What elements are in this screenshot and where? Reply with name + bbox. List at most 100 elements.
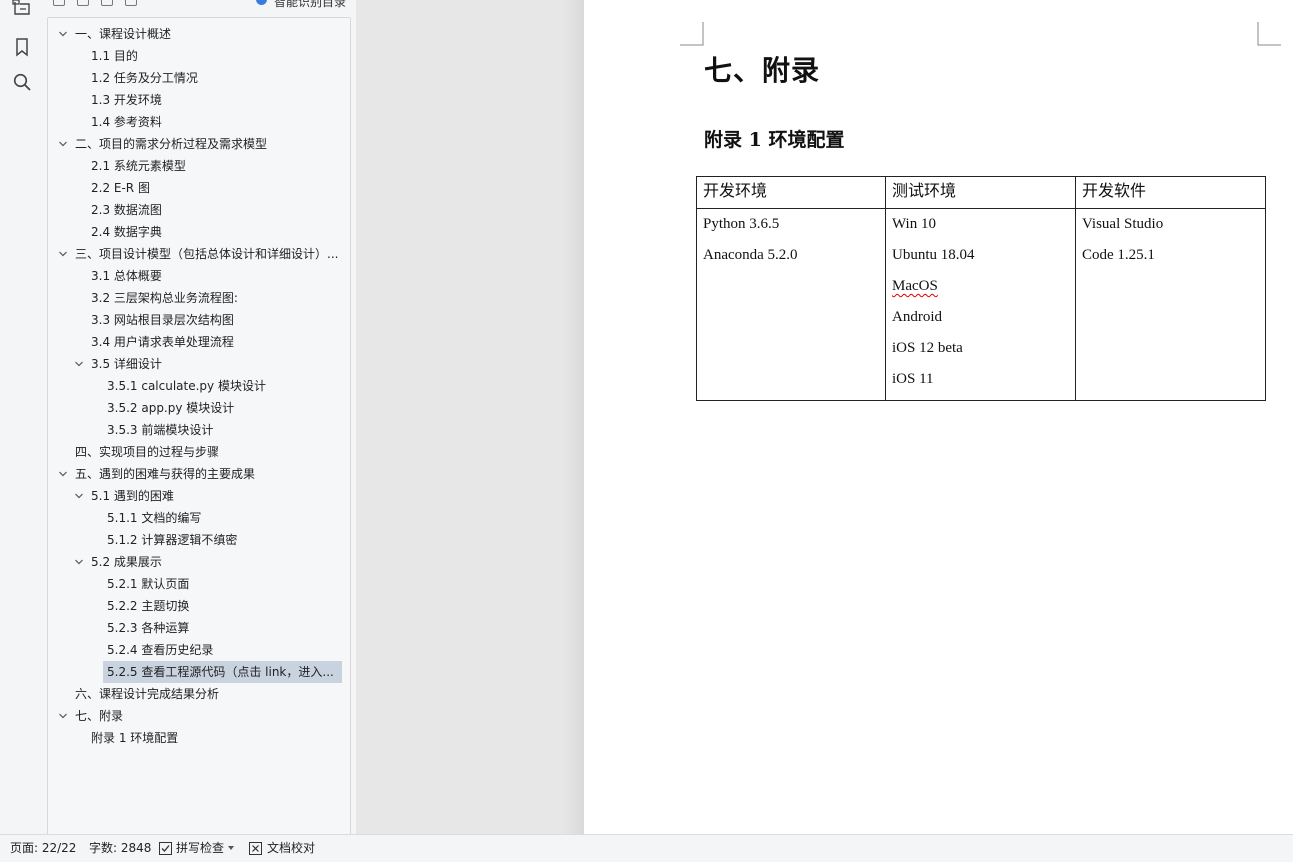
toc-item-label: 5.2.3 各种运算 (107, 621, 190, 635)
toc-item[interactable]: 六、课程设计完成结果分析 (48, 683, 344, 705)
toc-item-label: 五、遇到的困难与获得的主要成果 (75, 467, 256, 481)
toc-item[interactable]: 附录 1 环境配置 (48, 727, 344, 749)
toc-item[interactable]: 3.1 总体概要 (48, 265, 344, 287)
more-icon[interactable] (125, 0, 137, 6)
toc-item[interactable]: 5.2.1 默认页面 (48, 573, 344, 595)
margin-corner-mark (680, 22, 704, 46)
toc-item-label: 5.1.2 计算器逻辑不缜密 (107, 533, 238, 547)
doc-proof-icon (249, 842, 262, 855)
toc-item[interactable]: 五、遇到的困难与获得的主要成果 (48, 463, 344, 485)
toc-item-label: 5.1.1 文档的编写 (107, 511, 202, 525)
toc-item-label: 2.1 系统元素模型 (91, 159, 186, 173)
chevron-down-icon[interactable] (59, 712, 67, 720)
toc-item-label: 2.3 数据流图 (91, 203, 162, 217)
toc-item-label: 5.1 遇到的困难 (91, 489, 174, 503)
toc-item-label: 2.2 E-R 图 (91, 181, 150, 195)
document-subheading: 附录 1 环境配置 (704, 129, 845, 151)
bookmark-icon[interactable] (11, 36, 33, 58)
toc-item[interactable]: 5.1.2 计算器逻辑不缜密 (48, 529, 344, 551)
table-header-cell: 测试环境 (885, 176, 1076, 209)
toc-item[interactable]: 四、实现项目的过程与步骤 (48, 441, 344, 463)
chevron-down-icon[interactable] (75, 558, 83, 566)
toc-item[interactable]: 2.4 数据字典 (48, 221, 344, 243)
chevron-down-icon[interactable] (59, 250, 67, 258)
toc-item[interactable]: 5.1 遇到的困难 (48, 485, 344, 507)
toc-item-label: 1.4 参考资料 (91, 115, 162, 129)
table-header-cell: 开发环境 (696, 176, 886, 209)
toc-item-label: 1.1 目的 (91, 49, 138, 63)
cell-line: Android (892, 309, 942, 325)
cell-line: Visual Studio (1082, 216, 1164, 232)
toc-item-label: 七、附录 (75, 709, 124, 723)
toc-item[interactable]: 2.3 数据流图 (48, 199, 344, 221)
page-indicator[interactable]: 页面: 22/22 (10, 835, 76, 862)
collapse-all-icon[interactable] (53, 0, 65, 6)
nav-toolbar: 智能识别目录 (44, 0, 356, 16)
cell-line: MacOS (892, 276, 1069, 307)
toc-item[interactable]: 3.2 三层架构总业务流程图: (48, 287, 344, 309)
toc-item-label: 3.5 详细设计 (91, 357, 162, 371)
toc-item[interactable]: 3.5.3 前端模块设计 (48, 419, 344, 441)
word-count[interactable]: 字数: 2848 (89, 835, 151, 862)
toc-item[interactable]: 5.2.4 查看历史纪录 (48, 639, 344, 661)
document-page[interactable]: 七、附录 附录 1 环境配置 开发环境 测试环境 开发软件 Python 3.6… (584, 0, 1293, 834)
table-cell-dev-software: Visual Studio Code 1.25.1 (1075, 208, 1266, 401)
toc-item[interactable]: 3.5 详细设计 (48, 353, 344, 375)
toc-item-label: 1.3 开发环境 (91, 93, 162, 107)
document-heading: 七、附录 (704, 54, 821, 87)
cell-line: Python 3.6.5 (703, 216, 780, 232)
chevron-down-icon[interactable] (228, 846, 234, 851)
smart-toc-label[interactable]: 智能识别目录 (274, 0, 346, 10)
toc-item-label: 3.3 网站根目录层次结构图 (91, 313, 234, 327)
level-icon[interactable] (101, 0, 113, 6)
chevron-down-icon[interactable] (59, 30, 67, 38)
toc-item[interactable]: 二、项目的需求分析过程及需求模型 (48, 133, 344, 155)
toc-item-label: 2.4 数据字典 (91, 225, 162, 239)
toc-item[interactable]: 2.2 E-R 图 (48, 177, 344, 199)
toc-item-label: 3.4 用户请求表单处理流程 (91, 335, 234, 349)
chevron-down-icon[interactable] (59, 470, 67, 478)
toc-item[interactable]: 3.5.2 app.py 模块设计 (48, 397, 344, 419)
table-cell-test-env: Win 10 Ubuntu 18.04 MacOS Android iOS 12… (885, 208, 1076, 401)
toc-item-label: 一、课程设计概述 (75, 27, 172, 41)
search-icon[interactable] (11, 71, 33, 93)
chevron-down-icon[interactable] (75, 492, 83, 500)
toc-item-label: 3.5.3 前端模块设计 (107, 423, 214, 437)
toc-item[interactable]: 5.2 成果展示 (48, 551, 344, 573)
left-icon-rail (0, 0, 45, 834)
spell-check-button[interactable]: 拼写检查 (176, 835, 224, 862)
spelling-error-word[interactable]: MacOS (892, 278, 938, 294)
environment-table: 开发环境 测试环境 开发软件 Python 3.6.5 Anaconda 5.2… (696, 176, 1266, 401)
chevron-down-icon[interactable] (75, 360, 83, 368)
toc-item-label: 六、课程设计完成结果分析 (75, 687, 220, 701)
toc-item[interactable]: 2.1 系统元素模型 (48, 155, 344, 177)
toc-item[interactable]: 三、项目设计模型（包括总体设计和详细设计）... (48, 243, 344, 265)
toc-item[interactable]: 5.2.2 主题切换 (48, 595, 344, 617)
toc-item[interactable]: 3.4 用户请求表单处理流程 (48, 331, 344, 353)
smart-toggle-icon[interactable] (256, 0, 267, 5)
outline-icon[interactable] (11, 0, 33, 22)
cell-line: Ubuntu 18.04 (892, 247, 975, 263)
doc-proof-button[interactable]: 文档校对 (267, 835, 315, 862)
chevron-down-icon[interactable] (59, 140, 67, 148)
toc-item[interactable]: 1.2 任务及分工情况 (48, 67, 344, 89)
table-row: Python 3.6.5 Anaconda 5.2.0 Win 10 Ubunt… (696, 208, 1266, 401)
toc-item[interactable]: 1.3 开发环境 (48, 89, 344, 111)
toc-item[interactable]: 3.3 网站根目录层次结构图 (48, 309, 344, 331)
toc-item-label: 5.2.4 查看历史纪录 (107, 643, 214, 657)
toc-item[interactable]: 5.2.5 查看工程源代码（点击 link，进入... (48, 661, 344, 683)
cell-line: Anaconda 5.2.0 (703, 247, 798, 263)
toc-item[interactable]: 5.1.1 文档的编写 (48, 507, 344, 529)
toc-item[interactable]: 一、课程设计概述 (48, 23, 344, 45)
toc-item[interactable]: 3.5.1 calculate.py 模块设计 (48, 375, 344, 397)
toc-item-label: 5.2.5 查看工程源代码（点击 link，进入... (103, 661, 342, 683)
toc-item[interactable]: 5.2.3 各种运算 (48, 617, 344, 639)
expand-all-icon[interactable] (77, 0, 89, 6)
navigation-panel: 智能识别目录 一、课程设计概述 1.1 目的 1.2 任务及分工情况 1.3 开发环境… (44, 0, 356, 835)
toc-item[interactable]: 1.1 目的 (48, 45, 344, 67)
toc-item-label: 附录 1 环境配置 (91, 731, 179, 745)
toc-item-label: 二、项目的需求分析过程及需求模型 (75, 137, 268, 151)
toc-item[interactable]: 七、附录 (48, 705, 344, 727)
toc-item-label: 5.2.2 主题切换 (107, 599, 190, 613)
toc-item[interactable]: 1.4 参考资料 (48, 111, 344, 133)
